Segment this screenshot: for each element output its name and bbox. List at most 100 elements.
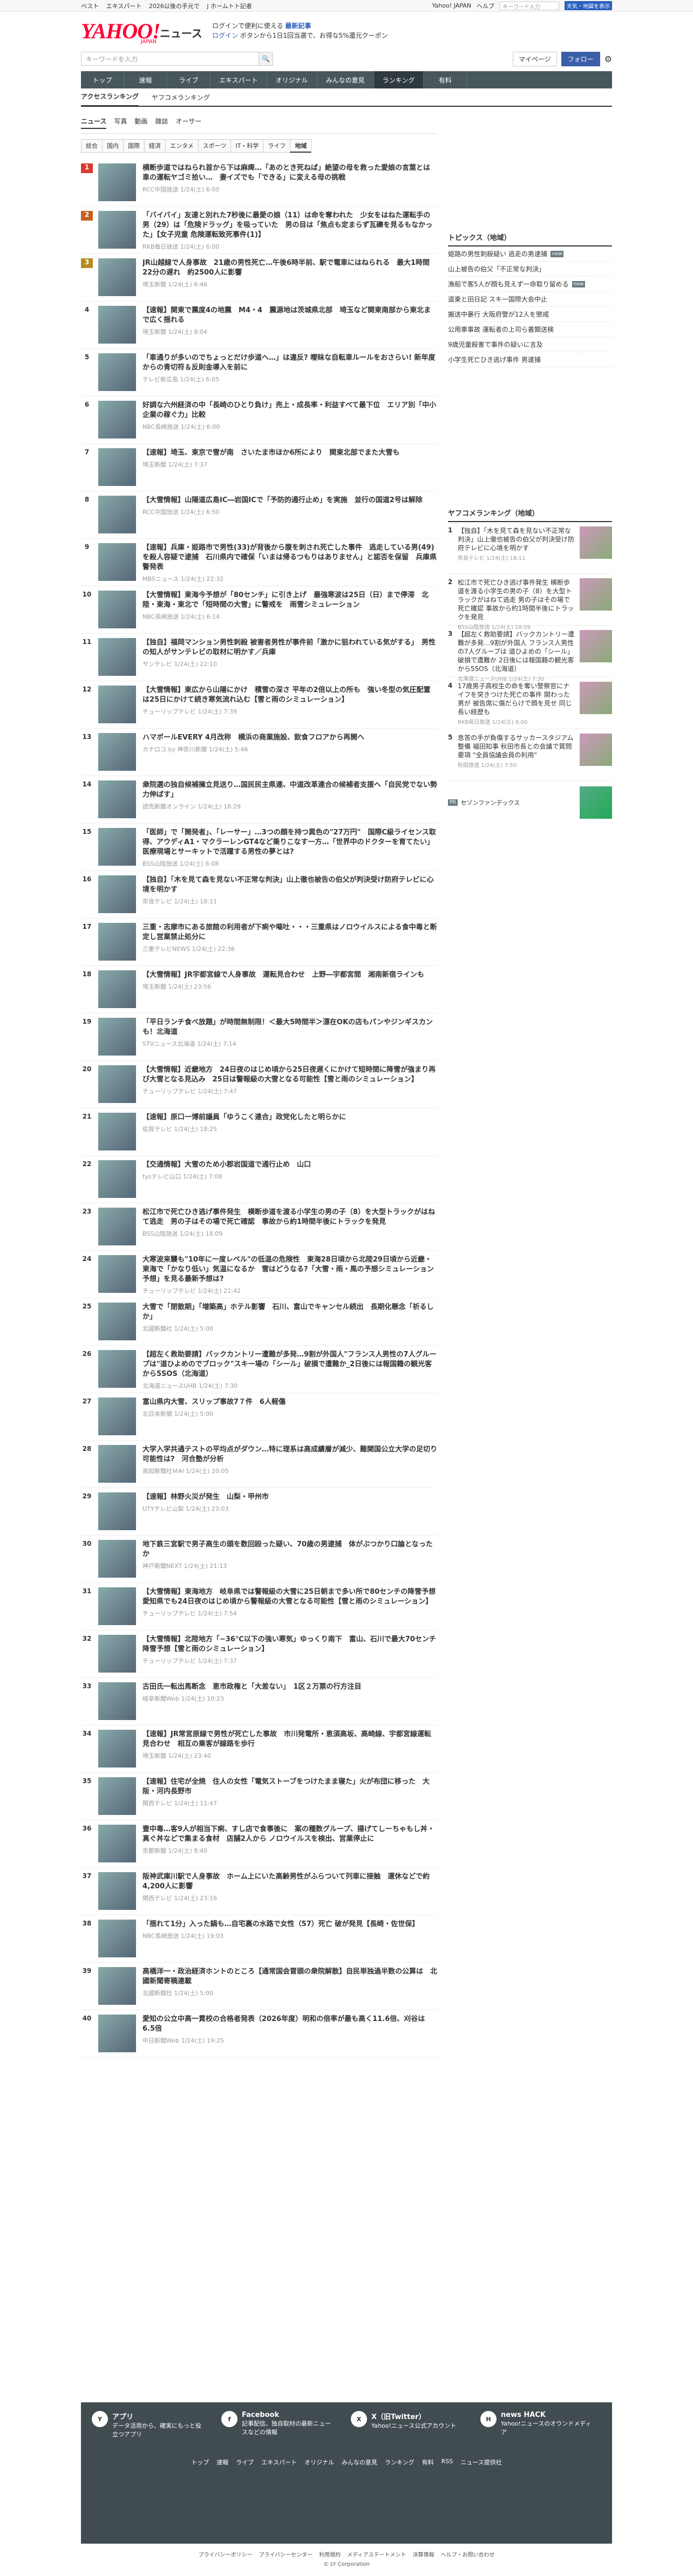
article-title[interactable]: 【速報】関東で震度4の地震 M4・4 震源地は茨城県北部 埼玉など関東南部から東… [142, 306, 437, 325]
comment-article-thumbnail[interactable] [580, 682, 612, 714]
nav-paid[interactable]: 有料 [424, 71, 467, 88]
article-thumbnail[interactable] [98, 401, 136, 439]
ranking-item[interactable]: 14 衆院選の独自候補擁立見送り…国民民主県連、中道改革連合の候補者支援へ「自民党… [81, 776, 437, 824]
article-title[interactable]: 【独自】「木を見て森を見ない不正常な判決」山上徹也被告の伯父が判決受け防府テレビ… [142, 875, 437, 895]
comment-article-title[interactable]: 【超左く救助要請】バックカントリー遭難が多発…9割が外国人 フランス人男性の7人… [458, 630, 575, 673]
footer-link[interactable]: ライブ [236, 2458, 254, 2467]
comment-article-title[interactable]: 松江市で死亡ひき逃げ事件発生 横断歩道を渡る小学生の男の子（8）を大型トラックが… [458, 578, 575, 621]
article-thumbnail[interactable] [98, 448, 136, 486]
article-title[interactable]: 三重・志摩市にある旅館の利用者が下痢や嘔吐・・・三重県はノロウイルスによる食中毒… [142, 923, 437, 942]
article-thumbnail[interactable] [98, 163, 136, 201]
topbar-search-input[interactable]: キーワード入力 [500, 1, 559, 10]
ranking-item[interactable]: 8 【大雪情報】山陽道広島IC―岩国ICで「予防的通行止め」を実施 並行の国道2号… [81, 491, 437, 539]
footer-bottom-link[interactable]: 決算情報 [412, 2550, 434, 2558]
article-thumbnail[interactable] [98, 638, 136, 676]
pr-text[interactable]: セゾンファンデックス [461, 798, 520, 807]
comment-article-title[interactable]: 息苦の手が負傷するサッカースタジアム整備 福田知事 秋田市長との会議で質問要項 … [458, 734, 575, 759]
article-thumbnail[interactable] [98, 1920, 136, 1957]
ranking-item[interactable]: 10 【大雪情報】東海今予想が「80センチ」に引き上げ 最強寒波は25日（日）まで… [81, 586, 437, 634]
comment-ranking-item[interactable]: 3 【超左く救助要請】バックカントリー遭難が多発…9割が外国人 フランス人男性の7… [448, 626, 612, 682]
ranking-item[interactable]: 20 【大雪情報】近畿地方 24日夜のはじめ頃から25日夜遅くにかけて短時間に降雪… [81, 1061, 437, 1108]
ranking-item[interactable]: 4 【速報】関東で震度4の地震 M4・4 震源地は茨城県北部 埼玉など関東南部から… [81, 302, 437, 349]
news-search-input[interactable]: キーワードを入力 [81, 52, 259, 66]
nav-expert[interactable]: エキスパート [210, 71, 267, 88]
footer-link[interactable]: 速報 [216, 2458, 228, 2467]
ranking-item[interactable]: 3 JR山越線で人身事故 21歳の男性死亡…午後6時半前、駅で電車にはねられる 最… [81, 254, 437, 302]
article-thumbnail[interactable] [98, 1065, 136, 1103]
article-thumbnail[interactable] [98, 1303, 136, 1340]
article-title[interactable]: 【速報】JR常宮原線で男性が死亡した事故 市川発電所・恵須高坂、高崎線、宇都宮線… [142, 1730, 437, 1749]
article-thumbnail[interactable] [98, 970, 136, 1008]
article-thumbnail[interactable] [98, 923, 136, 961]
comment-article-thumbnail[interactable] [580, 578, 612, 611]
article-title[interactable]: 好調な六州経済の中「長崎のひとり負け」売上・成長率・利益すべて最下位 エリア別「… [142, 401, 437, 420]
gear-icon[interactable]: ⚙ [604, 54, 612, 64]
article-title[interactable]: 「揺れて1分」入った鍋も…自宅裏の水路で女性（57）死亡 破が発見【長崎・佐世保… [142, 1920, 437, 1929]
ranking-item[interactable]: 30 地下鉄三宮駅で男子高生の頭を数回殴った疑い、70歳の男逮捕 体がぶつかり口論… [81, 1536, 437, 1583]
footer-app-name[interactable]: news HACK [501, 2411, 594, 2419]
topbar-link[interactable]: J ホームトト記者 [207, 3, 252, 10]
article-thumbnail[interactable] [98, 1730, 136, 1767]
nav-original[interactable]: オリジナル [267, 71, 317, 88]
follow-button[interactable]: フォロー [561, 51, 600, 66]
article-thumbnail[interactable] [98, 1635, 136, 1673]
ranking-item[interactable]: 16 【独自】「木を見て森を見ない不正常な判決」山上徹也被告の伯父が判決受け防府テ… [81, 871, 437, 919]
article-thumbnail[interactable] [98, 1160, 136, 1198]
topbar-search-button[interactable]: 天気・地図を表示 [565, 1, 612, 10]
footer-link[interactable]: 有料 [422, 2458, 434, 2467]
footer-app[interactable]: X X（旧Twitter） Yahoo!ニュース公式アカウント [351, 2411, 464, 2438]
login-link[interactable]: ログイン [212, 32, 238, 39]
article-thumbnail[interactable] [98, 1540, 136, 1578]
article-title[interactable]: 「医師」で「開発者」、「レーサー」…3つの顔を持つ異色の"27万円" 国際C級ラ… [142, 828, 437, 857]
article-thumbnail[interactable] [98, 780, 136, 818]
article-title[interactable]: 【大雪情報】東広から山陽にかけ 積雪の深さ 平年の2倍以上の所も 強い冬型の気圧… [142, 686, 437, 705]
article-thumbnail[interactable] [98, 828, 136, 866]
article-thumbnail[interactable] [98, 875, 136, 913]
article-thumbnail[interactable] [98, 1113, 136, 1150]
article-thumbnail[interactable] [98, 211, 136, 249]
article-title[interactable]: 【超左く救助要請】バックカントリー遭難が多発…9割が外国人"フランス人男性の7人… [142, 1350, 437, 1379]
nav-ranking[interactable]: ランキング [373, 71, 424, 88]
ranking-item[interactable]: 27 富山県内大雪、スリップ事故7７件 6人軽傷 北日本新聞 1/24(土) 5:0… [81, 1393, 437, 1441]
cat-tab[interactable]: 国際 [123, 139, 145, 153]
nav-opinion[interactable]: みんなの意見 [317, 71, 374, 88]
cat-tab[interactable]: エンタメ [165, 139, 199, 153]
article-thumbnail[interactable] [98, 733, 136, 771]
cat-tab[interactable]: IT・科学 [230, 139, 264, 153]
article-title[interactable]: ハマボールEVERY 4月改称 横浜の商業施設、飲食フロアから再開へ [142, 733, 437, 743]
article-thumbnail[interactable] [98, 1397, 136, 1435]
article-title[interactable]: 【速報】原口一博前議員「ゆうこく連合」政党化したと明らかに [142, 1113, 437, 1122]
article-title[interactable]: 大寒波来襲も"10年に一度レベル"の低温の危険性 東海28日頃から北陸29日頃か… [142, 1255, 437, 1284]
topic-item[interactable]: 漁船で客5人が顔も見えず一命取り留める new [448, 277, 612, 292]
yahoo-japan-link[interactable]: Yahoo! JAPAN [432, 2, 471, 9]
article-title[interactable]: 【速報】林野火災が発生 山梨・甲州市 [142, 1492, 437, 1502]
article-title[interactable]: 「平日ランチ食べ放題」が時間無制限！＜最大5時間半＞漂在OKの店もパンやジンギス… [142, 1018, 437, 1037]
topic-item[interactable]: 搬送中暴行 大阪府警が12人を懲戒 [448, 307, 612, 322]
article-title[interactable]: 衆院選の独自候補擁立見送り…国民民主県連、中道改革連合の候補者支援へ「自民党でな… [142, 780, 437, 800]
topic-label[interactable]: 公用車事故 運転者の上司ら書類送検 [448, 325, 554, 334]
ranking-item[interactable]: 11 【独自】福岡マンション男性刺殺 被害者男性が事件前「激かに狙われている気がす… [81, 634, 437, 681]
article-title[interactable]: 阪神武庫川駅で人身事故 ホーム上にいた高齢男性がふらついて列車に接触 運休などで… [142, 1872, 437, 1892]
cat-tab[interactable]: 経済 [144, 139, 166, 153]
ranking-item[interactable]: 29 【速報】林野火災が発生 山梨・甲州市 UTYテレビ山梨 1/24(土) 23:… [81, 1488, 437, 1536]
article-title[interactable]: 壹中毒…客9人が相当下痢、すし店で食事後に 案の種数グループ、揚げてしーちゃもし… [142, 1825, 437, 1844]
article-thumbnail[interactable] [98, 1825, 136, 1862]
ranking-item[interactable]: 21 【速報】原口一博前議員「ゆうこく連合」政党化したと明らかに 佐賀テレビ 1/2… [81, 1108, 437, 1156]
cat-tab[interactable]: 国内 [102, 139, 124, 153]
comment-ranking-item[interactable]: 4 17歳男子高校生の命を奪い警察官にナイフを突きつけた死亡の事件 関わった男が … [448, 677, 612, 729]
article-thumbnail[interactable] [98, 686, 136, 723]
footer-app-name[interactable]: Facebook [242, 2411, 335, 2419]
topic-item[interactable]: 公用車事故 運転者の上司ら書類送検 [448, 322, 612, 337]
footer-link[interactable]: トップ [191, 2458, 209, 2467]
ranking-item[interactable]: 7 【速報】埼玉、東京で雪が南 さいたま市ほか6所により 関東北部でまた大雪も 埼玉… [81, 444, 437, 491]
article-thumbnail[interactable] [98, 1018, 136, 1056]
article-title[interactable]: 大雪で「閉散期」「増築高」ホテル影響 石川、富山でキャンセル続出 長期化懸念「祈… [142, 1303, 437, 1322]
comment-article-title[interactable]: 【独自】「木を見て森を見ない不正常な判決」山上徹也被告の伯父が判決受け防府テレビ… [458, 526, 575, 552]
topic-item[interactable]: 9歳児童殺害で事件の疑いに言及 [448, 337, 612, 352]
ranking-item[interactable]: 36 壹中毒…客9人が相当下痢、すし店で食事後に 案の種数グループ、揚げてしーちゃ… [81, 1820, 437, 1868]
footer-link[interactable]: みんなの意見 [342, 2458, 377, 2467]
ranking-item[interactable]: 19 「平日ランチ食べ放題」が時間無制限！＜最大5時間半＞漂在OKの店もパンやジン… [81, 1013, 437, 1061]
ranking-item[interactable]: 34 【速報】JR常宮原線で男性が死亡した事故 市川発電所・恵須高坂、高崎線、宇都… [81, 1725, 437, 1773]
article-thumbnail[interactable] [98, 258, 136, 296]
cat-tab[interactable]: スポーツ [198, 139, 232, 153]
